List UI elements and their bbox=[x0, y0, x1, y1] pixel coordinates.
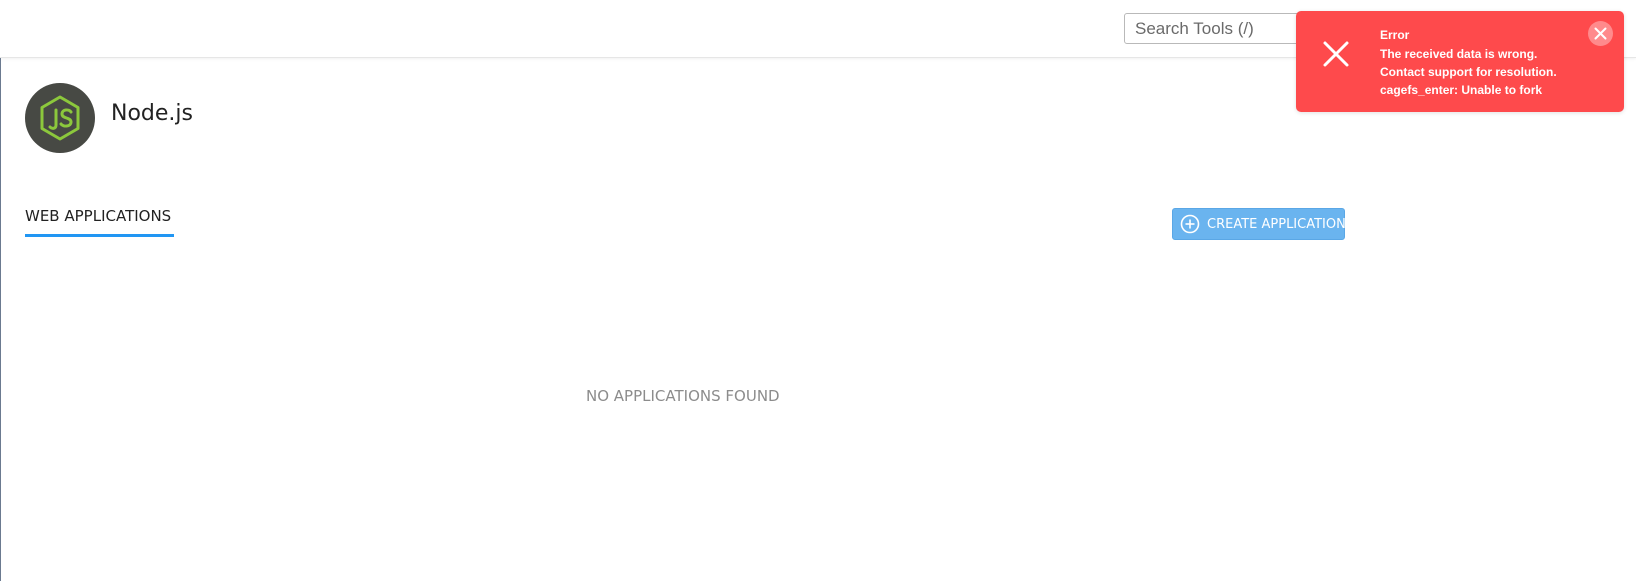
window-left-border bbox=[0, 0, 1, 581]
toast-title: Error bbox=[1380, 28, 1410, 42]
create-application-button[interactable]: CREATE APPLICATION bbox=[1172, 208, 1346, 240]
empty-state-message: NO APPLICATIONS FOUND bbox=[586, 387, 780, 405]
error-toast: Error The received data is wrong. Contac… bbox=[1296, 11, 1624, 112]
create-application-label: CREATE APPLICATION bbox=[1207, 216, 1346, 232]
close-icon[interactable] bbox=[1588, 21, 1613, 46]
search-tools-input[interactable] bbox=[1124, 13, 1324, 44]
tab-web-applications[interactable]: WEB APPLICATIONS bbox=[25, 207, 171, 225]
active-tab-indicator bbox=[25, 234, 174, 237]
nodejs-logo-icon bbox=[25, 83, 95, 153]
toast-message: The received data is wrong. Contact supp… bbox=[1380, 47, 1557, 97]
x-icon bbox=[1322, 40, 1350, 68]
page-title: Node.js bbox=[111, 101, 193, 126]
plus-circle-icon bbox=[1180, 214, 1200, 234]
